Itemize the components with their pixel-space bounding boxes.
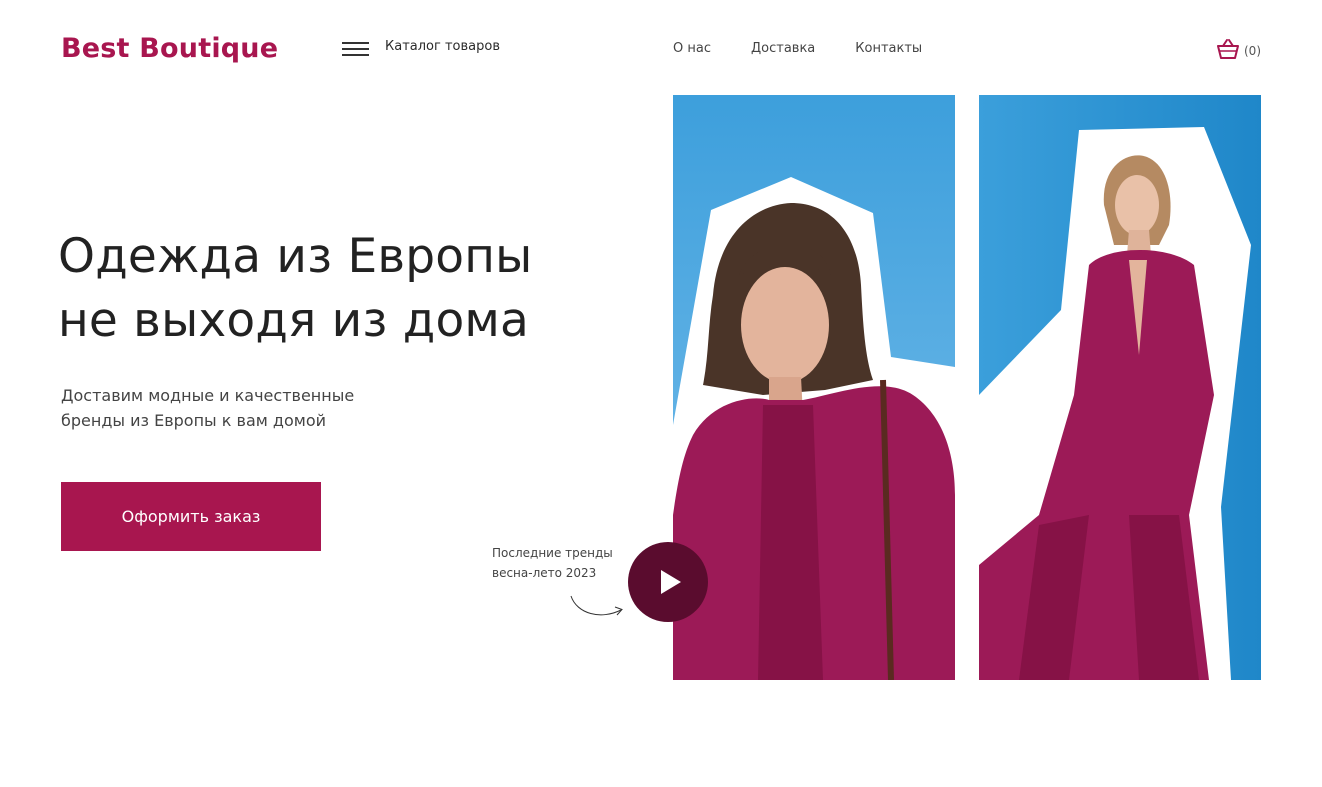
hero-title-line: не выходя из дома [58, 293, 530, 348]
curved-arrow-icon [570, 595, 623, 616]
hero-subtitle-line: бренды из Европы к вам домой [61, 411, 327, 430]
nav-link-delivery[interactable]: Доставка [751, 41, 815, 56]
hero-photo-model-2 [979, 95, 1261, 680]
hero-photo-model-1 [673, 95, 955, 680]
basket-icon [1217, 39, 1239, 59]
cart-count: (0) [1244, 44, 1261, 58]
trends-line: весна-лето 2023 [492, 566, 597, 580]
place-order-button[interactable]: Оформить заказ [61, 482, 321, 551]
hero-subtitle: Доставим модные и качественные бренды из… [61, 383, 354, 433]
main-nav: О нас Доставка Контакты [673, 41, 922, 56]
cart-button[interactable]: (0) [1216, 38, 1261, 60]
hero-title: Одежда из Европы не выходя из дома [58, 225, 533, 353]
nav-link-contacts[interactable]: Контакты [855, 41, 922, 56]
nav-link-about[interactable]: О нас [673, 41, 711, 56]
catalog-menu-button[interactable]: Каталог товаров [342, 38, 500, 56]
trends-line: Последние тренды [492, 546, 613, 560]
catalog-label: Каталог товаров [385, 39, 500, 54]
trends-caption: Последние тренды весна-лето 2023 [492, 543, 613, 583]
hero-title-line: Одежда из Европы [58, 229, 533, 284]
menu-icon [342, 38, 369, 56]
brand-logo[interactable]: Best Boutique [61, 33, 278, 64]
play-video-button[interactable] [628, 542, 708, 622]
hero-subtitle-line: Доставим модные и качественные [61, 386, 355, 405]
play-icon [660, 570, 681, 594]
